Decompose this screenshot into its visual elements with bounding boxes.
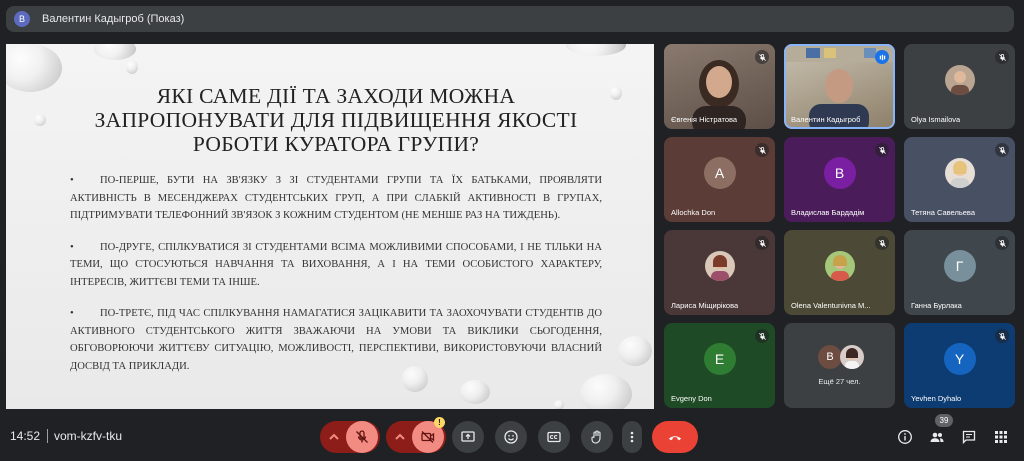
participant-name: Allochka Don xyxy=(671,208,716,217)
avatar xyxy=(944,157,975,188)
emoji-icon xyxy=(504,430,518,444)
participant-name: Olya Ismailova xyxy=(911,115,961,124)
avatar: Г xyxy=(943,249,976,282)
participant-tile[interactable]: Лариса Міщирікова xyxy=(664,230,775,315)
avatar xyxy=(840,345,864,369)
present-button[interactable] xyxy=(452,421,484,453)
participant-tile[interactable]: Тетяна Савельева xyxy=(904,137,1015,222)
participant-name: Лариса Міщирікова xyxy=(671,301,739,310)
avatar: E xyxy=(703,342,736,375)
clock: 14:52 xyxy=(10,429,41,443)
activities-button[interactable] xyxy=(991,427,1011,447)
participant-grid: Євгенія Ністратова Валентин Кадыгроб Oly… xyxy=(664,44,1015,409)
participant-name: Evgeny Don xyxy=(671,394,712,403)
mic-off-icon xyxy=(755,50,769,64)
avatar: A xyxy=(703,156,736,189)
captions-button[interactable] xyxy=(538,421,570,453)
participant-tile[interactable]: Г Ганна Бурлака xyxy=(904,230,1015,315)
mic-off-icon xyxy=(995,329,1009,343)
participant-name: Тетяна Савельева xyxy=(911,208,975,217)
mic-off-icon xyxy=(995,50,1009,64)
chat-button[interactable] xyxy=(959,427,979,447)
more-vert-icon xyxy=(630,431,634,443)
control-bar: 14:52 vom-kzfv-tku ! 39 xyxy=(0,413,1024,461)
avatar: Y xyxy=(943,342,976,375)
participant-name: Євгенія Ністратова xyxy=(671,115,738,124)
participant-name: Yevhen Dyhalo xyxy=(911,394,962,403)
more-participants-tile[interactable]: B Ещё 27 чел. xyxy=(784,323,895,408)
mic-off-icon xyxy=(356,430,368,443)
participant-tile[interactable]: B Владислав Бардадім xyxy=(784,137,895,222)
slide-bullet: • ПО-ТРЕТЄ, ПІД ЧАС СПІЛКУВАННЯ НАМАГАТИС… xyxy=(70,308,602,372)
camera-off-icon xyxy=(421,431,435,443)
camera-warning-icon: ! xyxy=(434,417,445,428)
hand-icon xyxy=(591,430,601,444)
participants-count-badge: 39 xyxy=(935,414,953,427)
present-screen-icon xyxy=(461,431,475,442)
mic-off-icon xyxy=(755,329,769,343)
chat-icon xyxy=(962,430,976,445)
avatar: B xyxy=(818,345,842,369)
avatar: B xyxy=(823,156,856,189)
mic-control-group xyxy=(320,421,380,453)
shared-slide: ЯКІ САМЕ ДІЇ ТА ЗАХОДИ МОЖНА ЗАПРОПОНУВА… xyxy=(6,44,654,409)
participant-name: Валентин Кадыгроб xyxy=(791,115,861,124)
presenter-avatar: В xyxy=(14,11,30,27)
participant-name: Olena Valentunivna M... xyxy=(791,301,871,310)
participant-tile[interactable]: E Evgeny Don xyxy=(664,323,775,408)
camera-options-chevron-icon[interactable] xyxy=(386,421,414,453)
meeting-info-button[interactable] xyxy=(895,427,915,447)
divider xyxy=(47,429,48,443)
people-icon xyxy=(930,432,944,442)
meeting-code: vom-kzfv-tku xyxy=(54,429,123,443)
more-participants-label: Ещё 27 чел. xyxy=(818,377,861,386)
participant-tile[interactable]: Olya Ismailova xyxy=(904,44,1015,129)
mic-off-icon xyxy=(995,236,1009,250)
participant-name: Ганна Бурлака xyxy=(911,301,962,310)
mic-off-icon xyxy=(995,143,1009,157)
mic-off-icon xyxy=(875,236,889,250)
mic-off-icon xyxy=(875,143,889,157)
slide-title: ЯКІ САМЕ ДІЇ ТА ЗАХОДИ МОЖНА ЗАПРОПОНУВА… xyxy=(94,84,578,156)
slide-body: • ПО-ПЕРШЕ, БУТИ НА ЗВ'ЯЗКУ З ЗІ СТУДЕНТА… xyxy=(70,172,602,389)
captions-icon xyxy=(547,431,561,443)
participant-tile[interactable]: Євгенія Ністратова xyxy=(664,44,775,129)
presenter-label: Валентин Кадыгроб (Показ) xyxy=(42,13,185,25)
people-button[interactable] xyxy=(927,427,947,447)
slide-bullet: • ПО-ДРУГЕ, СПІЛКУВАТИСЯ ЗІ СТУДЕНТАМИ ВС… xyxy=(70,241,602,288)
info-icon xyxy=(898,430,912,444)
participant-tile[interactable]: A Allochka Don xyxy=(664,137,775,222)
mic-off-icon xyxy=(755,143,769,157)
speaking-indicator-icon xyxy=(875,50,889,64)
mic-options-chevron-icon[interactable] xyxy=(320,421,348,453)
reactions-button[interactable] xyxy=(495,421,527,453)
participant-name: Владислав Бардадім xyxy=(791,208,865,217)
presentation-bar: В Валентин Кадыгроб (Показ) xyxy=(6,6,1014,32)
participant-tile[interactable]: Валентин Кадыгроб xyxy=(784,44,895,129)
slide-bullet: • ПО-ПЕРШЕ, БУТИ НА ЗВ'ЯЗКУ З ЗІ СТУДЕНТА… xyxy=(70,175,602,221)
participant-tile[interactable]: Olena Valentunivna M... xyxy=(784,230,895,315)
apps-grid-icon xyxy=(995,431,1007,443)
leave-call-button[interactable] xyxy=(652,421,698,453)
avatar xyxy=(824,250,855,281)
avatar xyxy=(944,64,975,95)
participant-tile[interactable]: Y Yevhen Dyhalo xyxy=(904,323,1015,408)
end-call-icon xyxy=(669,436,681,441)
raise-hand-button[interactable] xyxy=(581,421,613,453)
mic-off-icon xyxy=(755,236,769,250)
mic-toggle-button[interactable] xyxy=(346,421,378,453)
more-options-button[interactable] xyxy=(622,421,642,453)
avatar xyxy=(704,250,735,281)
